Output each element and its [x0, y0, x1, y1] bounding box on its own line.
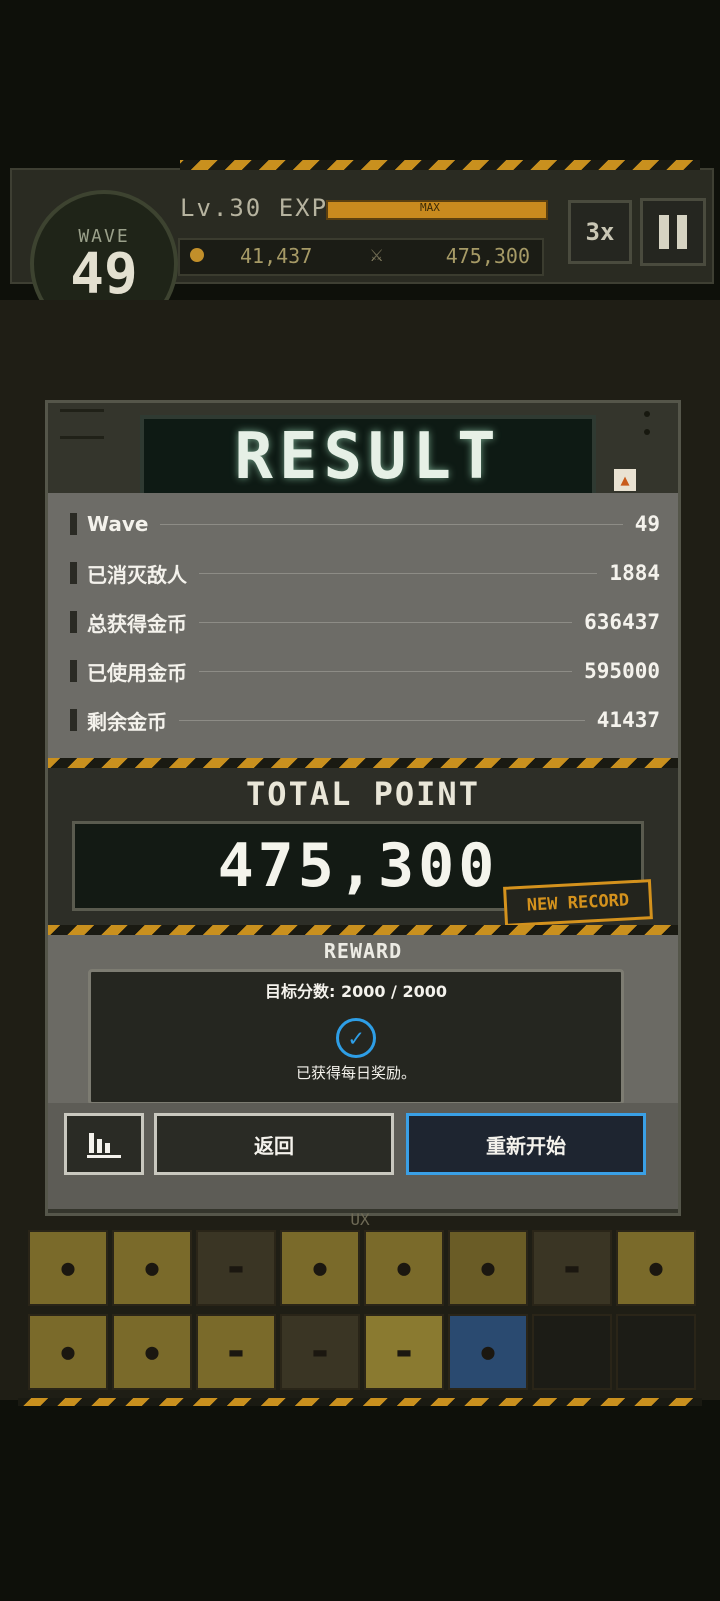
bolt-icon [644, 411, 650, 417]
grenade-slot[interactable]: ● [448, 1230, 528, 1306]
total-point-value: 475,300 [217, 831, 499, 901]
stat-label: 已消灭敌人 [87, 562, 187, 587]
stat-marker [70, 611, 77, 633]
pause-icon-bar [677, 215, 687, 249]
stat-value: 595000 [584, 659, 660, 683]
reward-box: 目标分数: 2000 / 2000 ✓ 已获得每日奖励。 [88, 969, 624, 1105]
grenade-icon: ● [61, 1339, 75, 1365]
grenade-slot[interactable]: ● [28, 1230, 108, 1306]
empty-slot[interactable] [616, 1314, 696, 1390]
bar-chart-icon [87, 1133, 121, 1158]
warning-icon: ▲ [614, 469, 636, 491]
result-header: RESULT [140, 415, 596, 499]
stat-label: Wave [87, 512, 149, 536]
coin-icon [190, 248, 204, 262]
stat-divider [199, 572, 598, 574]
grenade-slot[interactable]: ● [448, 1314, 528, 1390]
new-record-badge: NEW RECORD [503, 879, 653, 927]
grenade-icon: ● [397, 1255, 411, 1281]
ux-label: UX [350, 1210, 370, 1229]
grenade-icon: ● [481, 1255, 495, 1281]
grenade-slot[interactable]: ● [28, 1314, 108, 1390]
check-circle-icon: ✓ [336, 1018, 376, 1058]
score-count: 475,300 [445, 244, 530, 268]
empty-slot[interactable] [532, 1314, 612, 1390]
stat-divider [199, 621, 573, 623]
stat-label: 总获得金币 [87, 611, 187, 636]
inventory-grid: ● ● ▬ ● ● ● ▬ ● ● ● ▬ ▬ ▬ ● [20, 1230, 700, 1400]
stat-divider [160, 523, 623, 525]
hazard-stripe [48, 925, 678, 935]
stat-marker [70, 709, 77, 731]
grenade-slot[interactable]: ● [112, 1230, 192, 1306]
pause-button[interactable] [640, 198, 706, 266]
crossed-swords-icon: ⚔ [370, 242, 384, 267]
bolt-icon [644, 429, 650, 435]
stat-marker [70, 513, 77, 535]
weapon-slot[interactable]: ▬ [532, 1230, 612, 1306]
stat-value: 636437 [584, 610, 660, 634]
total-point-title: TOTAL POINT [246, 775, 480, 813]
grenade-slot[interactable]: ● [616, 1230, 696, 1306]
reward-message: 已获得每日奖励。 [295, 1064, 416, 1082]
stat-marker [70, 562, 77, 584]
weapon-slot[interactable]: ▬ [364, 1314, 444, 1390]
grenade-icon: ● [145, 1339, 159, 1365]
stat-row: 剩余金币 41437 [70, 705, 660, 735]
stat-label: 剩余金币 [87, 709, 167, 734]
stat-label: 已使用金币 [87, 660, 187, 685]
gun-icon: ▬ [565, 1255, 579, 1281]
exp-max-label: MAX [420, 201, 440, 214]
result-title: RESULT [234, 420, 502, 494]
grenade-icon: ● [649, 1255, 663, 1281]
exp-bar: MAX [326, 200, 548, 220]
reward-target-score: 目标分数: 2000 / 2000 [264, 982, 448, 1001]
weapon-slot[interactable]: ▬ [196, 1230, 276, 1306]
stat-row: 总获得金币 636437 [70, 607, 660, 637]
result-panel: RESULT ▲ Wave 49 已消灭敌人 1884 总获得金币 636437… [45, 400, 681, 1216]
weapon-slot[interactable]: ▬ [196, 1314, 276, 1390]
stat-marker [70, 660, 77, 682]
gun-icon: ▬ [313, 1339, 327, 1365]
grenade-slot[interactable]: ● [364, 1230, 444, 1306]
top-hud: WAVE 49 Lv.30 EXP MAX 41,437 ⚔ 475,300 3… [0, 160, 720, 338]
hud-hazard-stripe [180, 160, 700, 170]
speed-button[interactable]: 3x [568, 200, 632, 264]
stat-value: 1884 [609, 561, 660, 585]
gun-icon: ▬ [229, 1339, 243, 1365]
stats-section: Wave 49 已消灭敌人 1884 总获得金币 636437 已使用金币 59… [48, 493, 678, 758]
stat-row: 已消灭敌人 1884 [70, 558, 660, 588]
grenade-slot[interactable]: ● [280, 1230, 360, 1306]
bottom-hazard-stripe [18, 1398, 702, 1406]
hazard-stripe [48, 758, 678, 768]
stats-button[interactable] [64, 1113, 144, 1175]
weapon-slot[interactable]: ▬ [280, 1314, 360, 1390]
gun-icon: ▬ [397, 1339, 411, 1365]
grenade-icon: ● [313, 1255, 327, 1281]
back-button[interactable]: 返回 [154, 1113, 394, 1175]
stat-row: 已使用金币 595000 [70, 656, 660, 686]
gun-icon: ▬ [229, 1255, 243, 1281]
vent-decoration [60, 409, 104, 439]
stat-value: 49 [634, 512, 660, 536]
wave-number: 49 [70, 241, 138, 307]
coins-score-row: 41,437 ⚔ 475,300 [178, 238, 544, 276]
stat-value: 41437 [596, 708, 660, 732]
grenade-icon: ● [145, 1255, 159, 1281]
grenade-icon: ● [481, 1339, 495, 1365]
stat-divider [179, 719, 585, 721]
level-exp-label: Lv.30 EXP [180, 194, 329, 222]
grenade-slot[interactable]: ● [112, 1314, 192, 1390]
grenade-icon: ● [61, 1255, 75, 1281]
stat-row: Wave 49 [70, 509, 660, 539]
reward-title: REWARD [323, 939, 403, 963]
coin-count: 41,437 [240, 244, 313, 268]
pause-icon [659, 215, 669, 249]
restart-button[interactable]: 重新开始 [406, 1113, 646, 1175]
stat-divider [199, 670, 573, 672]
